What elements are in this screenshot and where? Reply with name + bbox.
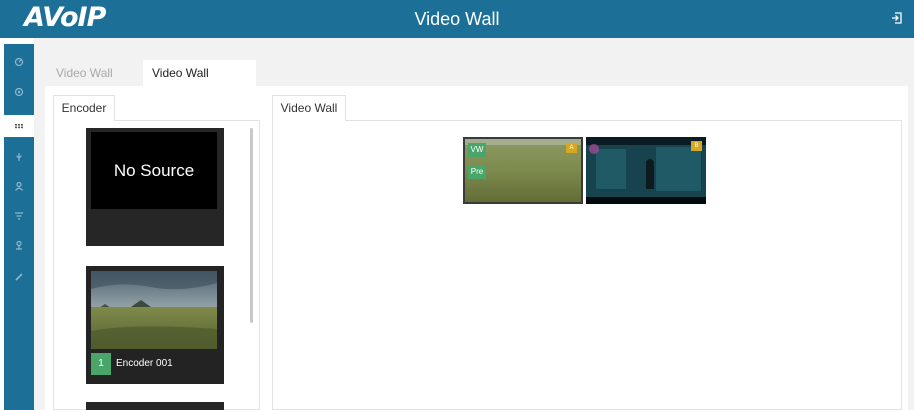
cell-a-badge: A — [566, 143, 577, 153]
sidebar-item-usb[interactable] — [4, 146, 34, 168]
encoder-number-badge: 1 — [91, 353, 111, 375]
encoder-preview-image — [91, 271, 217, 349]
cell-b-preview — [586, 137, 706, 204]
sidebar-item-users[interactable] — [4, 175, 34, 197]
sidebar-item-admin[interactable] — [4, 234, 34, 256]
sidebar-item-settings[interactable] — [4, 81, 34, 103]
sidebar — [4, 44, 34, 410]
admin-icon — [16, 240, 22, 250]
preview-button[interactable]: Pre — [468, 165, 486, 179]
encoder-card-1[interactable]: 1 Encoder 001 — [86, 266, 224, 384]
encoder-list-scrollbar[interactable] — [250, 128, 253, 323]
sidebar-item-dashboard[interactable] — [4, 51, 34, 73]
user-icon — [15, 181, 23, 191]
sidebar-item-video-wall[interactable] — [4, 115, 34, 137]
header-bar: AVoIP Video Wall — [0, 0, 914, 38]
page-title: Video Wall — [414, 9, 500, 29]
tab-video-wall-source[interactable]: Video Wall Source — [143, 60, 256, 106]
no-source-label: No Source — [91, 132, 217, 209]
video-wall-cell-b[interactable]: B — [586, 137, 706, 204]
sidebar-item-filter[interactable] — [4, 205, 34, 227]
grid-icon — [15, 124, 23, 129]
encoder-card-no-source[interactable]: No Source — [86, 128, 224, 246]
logout-icon[interactable] — [890, 11, 904, 25]
vw-button[interactable]: VW — [468, 143, 486, 157]
video-wall-cell-a[interactable]: A VW Pre — [463, 137, 583, 204]
usb-icon — [16, 153, 22, 161]
settings-icon — [14, 87, 24, 97]
sidebar-item-tools[interactable] — [4, 266, 34, 288]
tab-encoder[interactable]: Encoder — [53, 95, 115, 121]
cell-b-badge: B — [691, 141, 702, 151]
dashboard-icon — [14, 57, 24, 67]
filter-icon — [15, 212, 23, 220]
pen-icon — [15, 273, 23, 281]
tab-video-wall[interactable]: Video Wall — [272, 95, 346, 121]
encoder-name: Encoder 001 — [116, 358, 173, 369]
tab-video-wall-list[interactable]: Video Wall List — [47, 60, 139, 106]
encoder-card-next[interactable] — [86, 402, 224, 410]
